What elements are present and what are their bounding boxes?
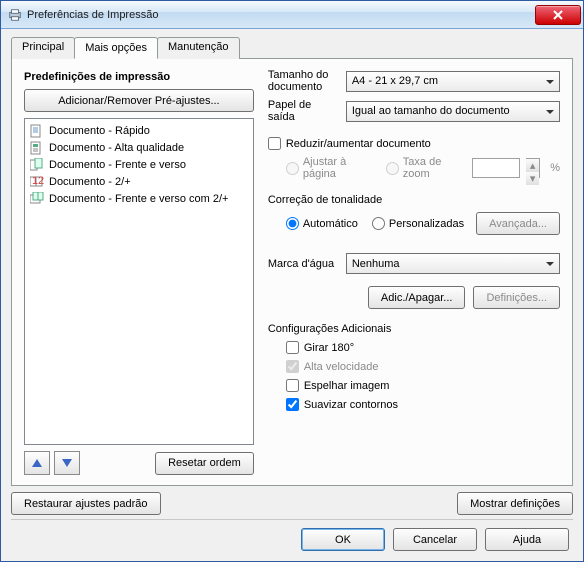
zoom-rate-label: Taxa de zoom bbox=[403, 156, 460, 180]
zoom-value-input[interactable] bbox=[472, 158, 520, 178]
doc-fast-icon bbox=[29, 124, 45, 138]
smooth-edge-label: Suavizar contornos bbox=[304, 399, 398, 411]
color-correction-heading: Correção de tonalidade bbox=[268, 194, 560, 206]
list-item[interactable]: 12 Documento - 2/+ bbox=[27, 173, 251, 190]
output-paper-combo[interactable]: Igual ao tamanho do documento bbox=[346, 101, 560, 122]
additional-settings-heading: Configurações Adicionais bbox=[268, 323, 560, 335]
reset-order-button[interactable]: Resetar ordem bbox=[155, 452, 254, 475]
window-title: Preferências de Impressão bbox=[27, 9, 535, 21]
color-advanced-button[interactable]: Avançada... bbox=[476, 212, 560, 235]
fit-page-label: Ajustar à página bbox=[303, 156, 370, 180]
tab-strip: Principal Mais opções Manutenção bbox=[11, 37, 573, 59]
tab-manutencao[interactable]: Manutenção bbox=[157, 37, 240, 59]
percent-label: % bbox=[550, 162, 560, 174]
reduce-enlarge-label: Reduzir/aumentar documento bbox=[286, 138, 431, 150]
show-settings-button[interactable]: Mostrar definições bbox=[457, 492, 573, 515]
watermark-combo[interactable]: Nenhuma bbox=[346, 253, 560, 274]
tab-principal[interactable]: Principal bbox=[11, 37, 75, 59]
doc-hq-icon bbox=[29, 141, 45, 155]
color-custom-label: Personalizadas bbox=[389, 218, 464, 230]
restore-defaults-button[interactable]: Restaurar ajustes padrão bbox=[11, 492, 161, 515]
doc-size-combo[interactable]: A4 - 21 x 29,7 cm bbox=[346, 71, 560, 92]
move-up-button[interactable] bbox=[24, 451, 50, 475]
fit-page-radio[interactable]: Ajustar à página bbox=[286, 156, 370, 180]
preset-label: Documento - Frente e verso bbox=[49, 159, 186, 171]
zoom-spinner[interactable]: ▴▾ bbox=[526, 158, 540, 178]
help-button[interactable]: Ajuda bbox=[485, 528, 569, 551]
zoom-rate-radio[interactable]: Taxa de zoom bbox=[386, 156, 460, 180]
list-item[interactable]: Documento - Alta qualidade bbox=[27, 139, 251, 156]
high-speed-checkbox[interactable]: Alta velocidade bbox=[286, 360, 560, 373]
presets-list[interactable]: Documento - Rápido Documento - Alta qual… bbox=[24, 118, 254, 445]
cancel-button[interactable]: Cancelar bbox=[393, 528, 477, 551]
watermark-label: Marca d'água bbox=[268, 258, 340, 270]
chevron-down-icon[interactable]: ▾ bbox=[526, 172, 539, 185]
list-item[interactable]: Documento - Rápido bbox=[27, 122, 251, 139]
color-auto-label: Automático bbox=[303, 218, 358, 230]
reduce-enlarge-input[interactable] bbox=[268, 137, 281, 150]
mirror-image-label: Espelhar imagem bbox=[304, 380, 390, 392]
doc-size-label: Tamanho do documento bbox=[268, 69, 340, 93]
list-item[interactable]: Documento - Frente e verso bbox=[27, 156, 251, 173]
tab-panel: Predefinições de impressão Adicionar/Rem… bbox=[11, 58, 573, 486]
list-item[interactable]: Documento - Frente e verso com 2/+ bbox=[27, 190, 251, 207]
add-remove-presets-button[interactable]: Adicionar/Remover Pré-ajustes... bbox=[24, 89, 254, 112]
presets-heading: Predefinições de impressão bbox=[24, 71, 254, 83]
color-custom-radio[interactable]: Personalizadas bbox=[372, 217, 464, 230]
output-paper-label: Papel de saída bbox=[268, 99, 340, 123]
high-speed-label: Alta velocidade bbox=[304, 361, 379, 373]
reduce-enlarge-checkbox[interactable]: Reduzir/aumentar documento bbox=[268, 137, 560, 150]
preset-label: Documento - Alta qualidade bbox=[49, 142, 184, 154]
doc-2up-icon: 12 bbox=[29, 175, 45, 189]
rotate-180-label: Girar 180° bbox=[304, 342, 354, 354]
preset-label: Documento - Frente e verso com 2/+ bbox=[49, 193, 228, 205]
preset-label: Documento - 2/+ bbox=[49, 176, 131, 188]
close-button[interactable] bbox=[535, 5, 581, 25]
preset-label: Documento - Rápido bbox=[49, 125, 150, 137]
watermark-add-delete-button[interactable]: Adic./Apagar... bbox=[368, 286, 466, 309]
watermark-value: Nenhuma bbox=[352, 258, 400, 270]
move-down-button[interactable] bbox=[54, 451, 80, 475]
chevron-up-icon[interactable]: ▴ bbox=[526, 159, 539, 172]
color-auto-radio[interactable]: Automático bbox=[286, 217, 358, 230]
rotate-180-checkbox[interactable]: Girar 180° bbox=[286, 341, 560, 354]
doc-duplex-icon bbox=[29, 158, 45, 172]
ok-button[interactable]: OK bbox=[301, 528, 385, 551]
svg-text:2: 2 bbox=[38, 175, 44, 187]
mirror-image-checkbox[interactable]: Espelhar imagem bbox=[286, 379, 560, 392]
doc-duplex-2up-icon bbox=[29, 192, 45, 206]
output-paper-value: Igual ao tamanho do documento bbox=[352, 105, 510, 117]
tab-mais-opcoes[interactable]: Mais opções bbox=[74, 37, 158, 59]
printer-icon bbox=[7, 7, 23, 23]
titlebar: Preferências de Impressão bbox=[1, 1, 583, 29]
doc-size-value: A4 - 21 x 29,7 cm bbox=[352, 75, 438, 87]
watermark-settings-button[interactable]: Definições... bbox=[473, 286, 560, 309]
smooth-edge-checkbox[interactable]: Suavizar contornos bbox=[286, 398, 560, 411]
